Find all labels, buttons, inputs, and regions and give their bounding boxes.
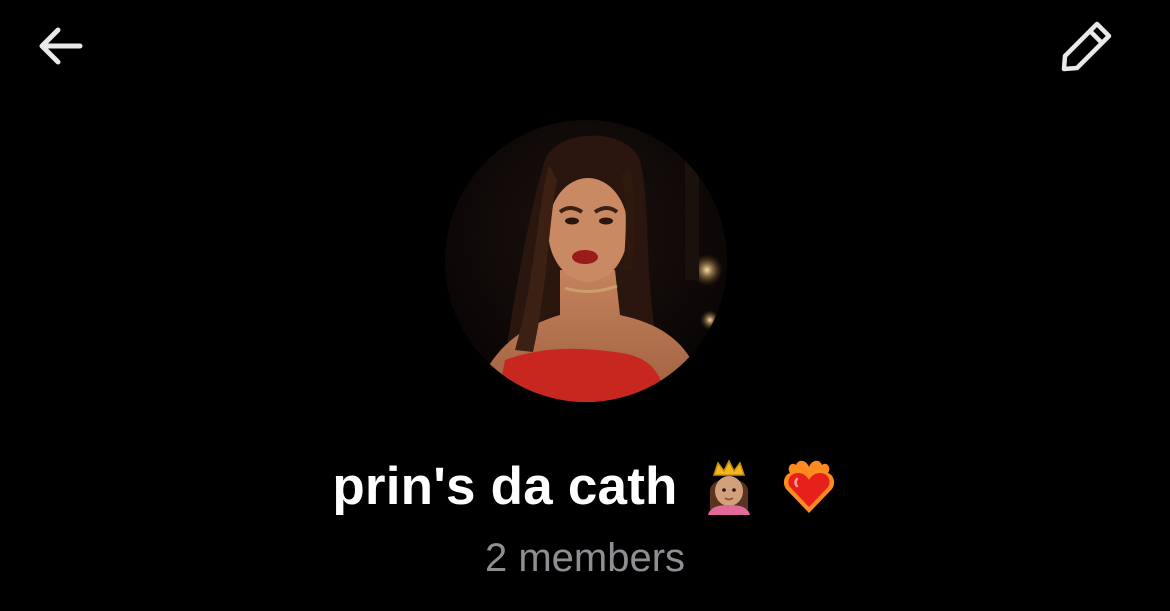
heart-on-fire-icon — [783, 460, 834, 513]
pencil-icon — [1061, 21, 1112, 72]
group-title-row: prin's da cath — [0, 448, 1170, 524]
member-count-link[interactable]: 2 members — [0, 534, 1170, 582]
avatar-photo — [445, 120, 727, 402]
edit-button[interactable] — [1052, 14, 1122, 78]
group-avatar[interactable] — [445, 120, 727, 402]
group-info-screen: prin's da cath 2 members — [0, 0, 1170, 611]
princess-emoji-icon — [707, 459, 750, 515]
group-name: prin's da cath — [332, 456, 678, 516]
back-button[interactable] — [28, 18, 92, 74]
arrow-left-icon — [39, 27, 83, 65]
